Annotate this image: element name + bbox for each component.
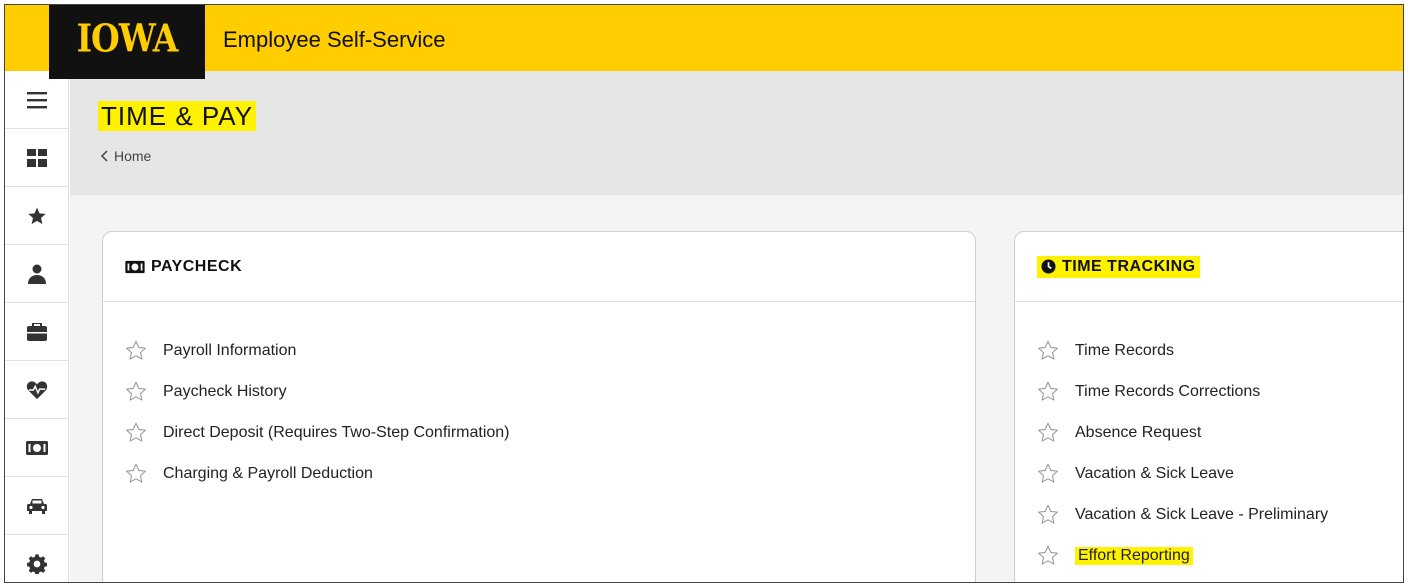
paycheck-card: PAYCHECK Payroll Information Paycheck Hi… xyxy=(102,231,976,582)
sidebar-item-time-pay[interactable] xyxy=(5,419,68,477)
page-header: TIME & PAY Home xyxy=(70,71,1403,195)
car-icon xyxy=(26,498,47,514)
dashboard-grid-icon xyxy=(26,148,47,167)
vacation-sick-leave-preliminary-link[interactable]: Vacation & Sick Leave - Preliminary xyxy=(1075,506,1328,524)
list-item: Charging & Payroll Deduction xyxy=(125,453,975,494)
effort-reporting-link[interactable]: Effort Reporting xyxy=(1075,546,1193,565)
hamburger-menu-icon xyxy=(26,91,47,108)
list-item: Time Records Corrections xyxy=(1037,371,1403,412)
time-tracking-link-list: Time Records Time Records Corrections Ab… xyxy=(1015,302,1403,576)
favorite-star-icon[interactable] xyxy=(1037,422,1059,443)
sidebar-item-employment[interactable] xyxy=(5,303,68,361)
direct-deposit-link[interactable]: Direct Deposit (Requires Two-Step Confir… xyxy=(163,424,510,442)
list-item: Effort Reporting xyxy=(1037,535,1403,576)
heart-pulse-icon xyxy=(26,380,47,399)
money-icon xyxy=(125,260,145,273)
sidebar-item-benefits[interactable] xyxy=(5,361,68,419)
time-tracking-card: TIME TRACKING Time Records Time Records … xyxy=(1014,231,1403,582)
breadcrumb[interactable]: Home xyxy=(100,148,151,164)
sidebar xyxy=(5,71,69,582)
top-bar: Employee Self-Service xyxy=(5,5,1403,71)
logo-text: IOWA xyxy=(76,15,179,61)
paycheck-card-header: PAYCHECK xyxy=(103,232,975,302)
list-item: Vacation & Sick Leave - Preliminary xyxy=(1037,494,1403,535)
payroll-information-link[interactable]: Payroll Information xyxy=(163,342,296,360)
paycheck-card-title: PAYCHECK xyxy=(151,257,243,275)
chevron-left-icon xyxy=(100,150,108,162)
list-item: Absence Request xyxy=(1037,412,1403,453)
sidebar-item-profile[interactable] xyxy=(5,245,68,303)
sidebar-item-dashboard[interactable] xyxy=(5,129,68,187)
money-icon xyxy=(25,440,48,455)
app-window: Employee Self-Service IOWA TIME & PAY Ho… xyxy=(4,4,1404,583)
time-tracking-card-header: TIME TRACKING xyxy=(1015,232,1403,302)
gear-icon xyxy=(26,553,47,574)
time-records-corrections-link[interactable]: Time Records Corrections xyxy=(1075,383,1260,401)
favorite-star-icon[interactable] xyxy=(1037,504,1059,525)
list-item: Payroll Information xyxy=(125,330,975,371)
list-item: Vacation & Sick Leave xyxy=(1037,453,1403,494)
favorite-star-icon[interactable] xyxy=(1037,340,1059,361)
star-icon xyxy=(27,207,46,224)
favorite-star-icon[interactable] xyxy=(125,463,147,484)
time-records-link[interactable]: Time Records xyxy=(1075,342,1174,360)
person-icon xyxy=(27,264,46,284)
sidebar-item-travel[interactable] xyxy=(5,477,68,535)
page-title: TIME & PAY xyxy=(98,101,257,132)
time-tracking-title-highlight: TIME TRACKING xyxy=(1037,255,1200,278)
favorite-star-icon[interactable] xyxy=(1037,381,1059,402)
time-tracking-card-title: TIME TRACKING xyxy=(1062,257,1196,275)
favorite-star-icon[interactable] xyxy=(1037,463,1059,484)
favorite-star-icon[interactable] xyxy=(125,422,147,443)
favorite-star-icon[interactable] xyxy=(125,340,147,361)
briefcase-icon xyxy=(26,322,47,341)
vacation-sick-leave-link[interactable]: Vacation & Sick Leave xyxy=(1075,465,1234,483)
list-item: Paycheck History xyxy=(125,371,975,412)
clock-icon xyxy=(1041,259,1056,274)
absence-request-link[interactable]: Absence Request xyxy=(1075,424,1201,442)
app-title: Employee Self-Service xyxy=(223,27,446,52)
favorite-star-icon[interactable] xyxy=(1037,545,1059,566)
charging-payroll-deduction-link[interactable]: Charging & Payroll Deduction xyxy=(163,465,373,483)
list-item: Time Records xyxy=(1037,330,1403,371)
breadcrumb-home-link[interactable]: Home xyxy=(114,148,151,164)
list-item: Direct Deposit (Requires Two-Step Confir… xyxy=(125,412,975,453)
paycheck-history-link[interactable]: Paycheck History xyxy=(163,383,287,401)
sidebar-item-favorites[interactable] xyxy=(5,187,68,245)
sidebar-item-settings[interactable] xyxy=(5,535,68,582)
main-content: PAYCHECK Payroll Information Paycheck Hi… xyxy=(70,195,1403,582)
page-title-text: TIME & PAY xyxy=(98,101,257,131)
sidebar-menu-toggle[interactable] xyxy=(5,71,68,129)
paycheck-link-list: Payroll Information Paycheck History Dir… xyxy=(103,302,975,494)
iowa-logo[interactable]: IOWA xyxy=(49,5,205,79)
favorite-star-icon[interactable] xyxy=(125,381,147,402)
